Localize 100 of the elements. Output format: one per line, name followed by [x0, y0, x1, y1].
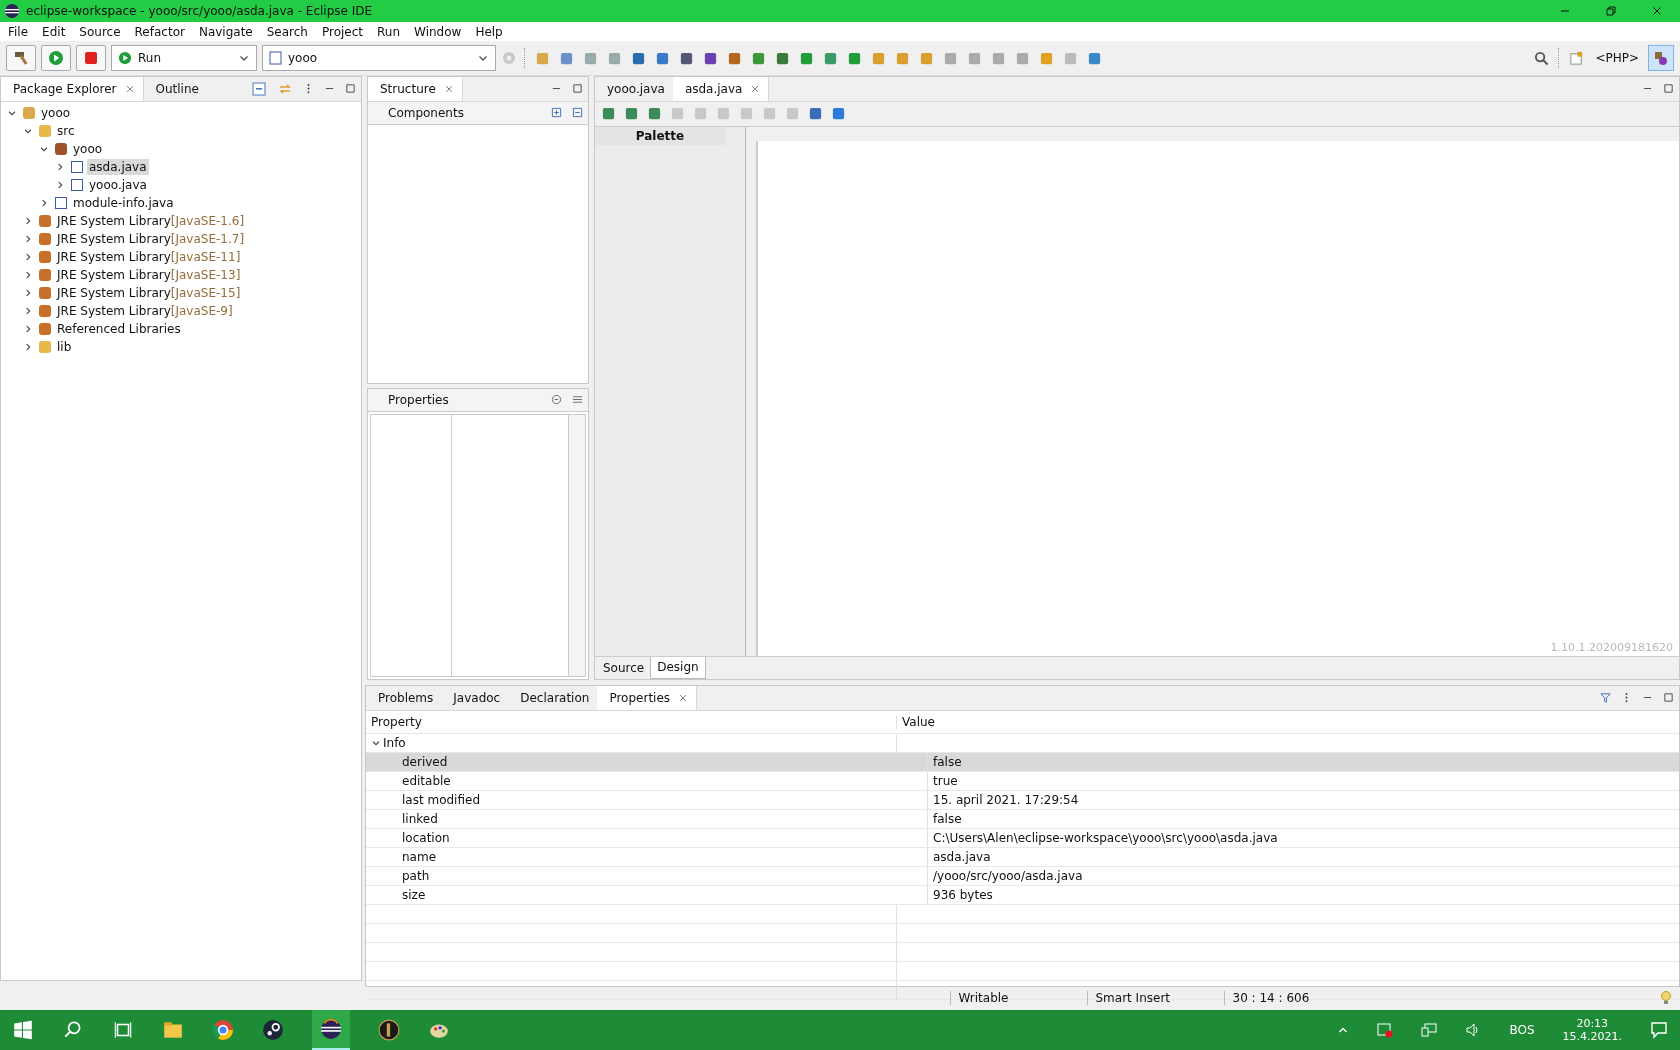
launch-target-dropdown[interactable]: yooo: [262, 45, 496, 72]
search-icon[interactable]: [1534, 50, 1550, 66]
designer-tab[interactable]: Source: [597, 656, 651, 679]
designer-tool-icon[interactable]: [808, 106, 823, 122]
menu-item[interactable]: Edit: [36, 24, 74, 39]
property-row[interactable]: last modified 15. april 2021. 17:29:54: [366, 790, 1679, 810]
view-tab[interactable]: Declaration: [508, 685, 598, 710]
designer-tool-icon[interactable]: [831, 106, 846, 122]
task-view-icon[interactable]: [112, 1019, 134, 1041]
show-advanced-icon[interactable]: [572, 394, 583, 406]
php-perspective-button[interactable]: <PHP>: [1591, 46, 1643, 71]
windows-start-icon[interactable]: [12, 1019, 34, 1041]
input-language[interactable]: BOS: [1509, 1023, 1535, 1037]
property-row[interactable]: path /yooo/src/yooo/asda.java: [366, 866, 1679, 886]
designer-tool-icon[interactable]: [647, 106, 662, 122]
stop-icon[interactable]: [84, 51, 98, 66]
close-icon[interactable]: [124, 83, 135, 94]
hammer-icon[interactable]: [13, 50, 29, 67]
steam-icon[interactable]: [262, 1019, 284, 1041]
link-icon[interactable]: [278, 81, 292, 96]
tree-item[interactable]: JRE System Library[JavaSE-13]: [55, 266, 243, 283]
menu-item[interactable]: Project: [315, 24, 372, 39]
filter-icon[interactable]: [1600, 692, 1611, 704]
open-perspective-icon[interactable]: [1569, 50, 1585, 66]
menu-item[interactable]: Search: [260, 24, 316, 39]
eclipse-icon[interactable]: [320, 1018, 342, 1040]
tree-item[interactable]: yooo.java: [87, 176, 149, 193]
tree-item[interactable]: Referenced Libraries: [55, 320, 183, 337]
tree-item[interactable]: JRE System Library[JavaSE-11]: [55, 248, 243, 265]
maximize-view-icon[interactable]: [1663, 692, 1674, 704]
tree-item[interactable]: src: [55, 122, 77, 139]
designer-tool-icon[interactable]: [624, 106, 639, 122]
menu-item[interactable]: Window: [408, 24, 470, 39]
tree-item[interactable]: JRE System Library[JavaSE-15]: [55, 284, 243, 301]
expand-all-icon[interactable]: [551, 107, 562, 119]
close-icon[interactable]: [1651, 5, 1663, 17]
menu-item[interactable]: Help: [469, 24, 511, 39]
java-perspective-button[interactable]: [1648, 45, 1674, 72]
tree-item[interactable]: JRE System Library[JavaSE-1.6]: [55, 212, 247, 229]
eclipse-logo-icon: [4, 3, 20, 19]
browser-icon[interactable]: [212, 1019, 234, 1041]
java-file-icon[interactable]: [269, 51, 282, 66]
view-tab[interactable]: Problems: [366, 685, 442, 710]
collapse-all-icon[interactable]: [252, 81, 266, 96]
editor-tab[interactable]: asda.java: [672, 76, 770, 101]
build-button[interactable]: [6, 45, 36, 72]
close-icon[interactable]: [678, 692, 689, 703]
menu-item[interactable]: File: [2, 24, 37, 39]
run-button[interactable]: [41, 45, 71, 72]
property-row[interactable]: location C:\Users\Alen\eclipse-workspace\yooo\src\yooo\asda.java: [366, 828, 1679, 848]
designer-tool-icon[interactable]: [601, 106, 616, 122]
tree-item[interactable]: asda.java: [87, 158, 149, 175]
view-tab[interactable]: Javadoc: [441, 685, 509, 710]
group-label: Info: [383, 735, 406, 750]
maximize-view-icon[interactable]: [1663, 83, 1674, 95]
view-tab[interactable]: Package Explorer: [1, 76, 144, 101]
tree-item[interactable]: module-info.java: [71, 194, 176, 211]
property-row[interactable]: editable true: [366, 771, 1679, 791]
menu-item[interactable]: Source: [73, 24, 129, 39]
designer-tab[interactable]: Design: [650, 656, 706, 679]
stop-button[interactable]: [76, 45, 106, 72]
alert-icon[interactable]: [1377, 1022, 1394, 1038]
collapse-all-icon[interactable]: [572, 107, 583, 119]
restore-icon[interactable]: [1605, 5, 1617, 17]
maximize-view-icon[interactable]: [345, 83, 356, 95]
property-row[interactable]: name asda.java: [366, 847, 1679, 867]
close-icon[interactable]: [443, 83, 454, 94]
game-launcher-icon[interactable]: [378, 1019, 400, 1041]
tree-item[interactable]: JRE System Library[JavaSE-9]: [55, 302, 235, 319]
scrollbar[interactable]: [569, 414, 585, 676]
java-icon: [70, 159, 84, 174]
menu-item[interactable]: Run: [371, 24, 409, 39]
tree-item[interactable]: yooo: [71, 140, 105, 157]
property-row[interactable]: size 936 bytes: [366, 885, 1679, 905]
column-header[interactable]: Property: [366, 714, 897, 729]
close-icon[interactable]: [750, 83, 761, 94]
view-tab[interactable]: Outline: [143, 76, 207, 101]
property-row[interactable]: linked false: [366, 809, 1679, 829]
launch-mode-dropdown[interactable]: Run: [111, 45, 257, 72]
clock-date[interactable]: 15.4.2021.: [1562, 1030, 1622, 1043]
view-tab[interactable]: Properties: [597, 685, 698, 710]
menu-item[interactable]: Navigate: [192, 24, 261, 39]
editor-tab[interactable]: yooo.java: [595, 76, 673, 101]
network-icon[interactable]: [1421, 1022, 1438, 1038]
maximize-view-icon[interactable]: [572, 83, 583, 95]
palette-header[interactable]: Palette: [595, 126, 725, 145]
property-value: 15. april 2021. 17:29:54: [933, 792, 1079, 807]
column-header[interactable]: Value: [897, 714, 1679, 729]
tree-item[interactable]: lib: [55, 338, 74, 355]
clock-time[interactable]: 20:13: [1576, 1017, 1609, 1030]
events-icon[interactable]: [551, 394, 562, 406]
tree-item[interactable]: JRE System Library[JavaSE-1.7]: [55, 230, 247, 247]
lightbulb-icon[interactable]: [1660, 990, 1672, 1007]
property-value: C:\Users\Alen\eclipse-workspace\yooo\src\yooo\asda.java: [933, 830, 1278, 845]
menu-item[interactable]: Refactor: [128, 24, 193, 39]
java-perspective-icon[interactable]: [1653, 50, 1669, 67]
view-tab[interactable]: Structure: [368, 76, 463, 101]
notification-icon[interactable]: [1650, 1021, 1668, 1039]
eclipse-taskbar-button[interactable]: [312, 1010, 350, 1050]
tree-item[interactable]: yooo: [39, 104, 73, 121]
